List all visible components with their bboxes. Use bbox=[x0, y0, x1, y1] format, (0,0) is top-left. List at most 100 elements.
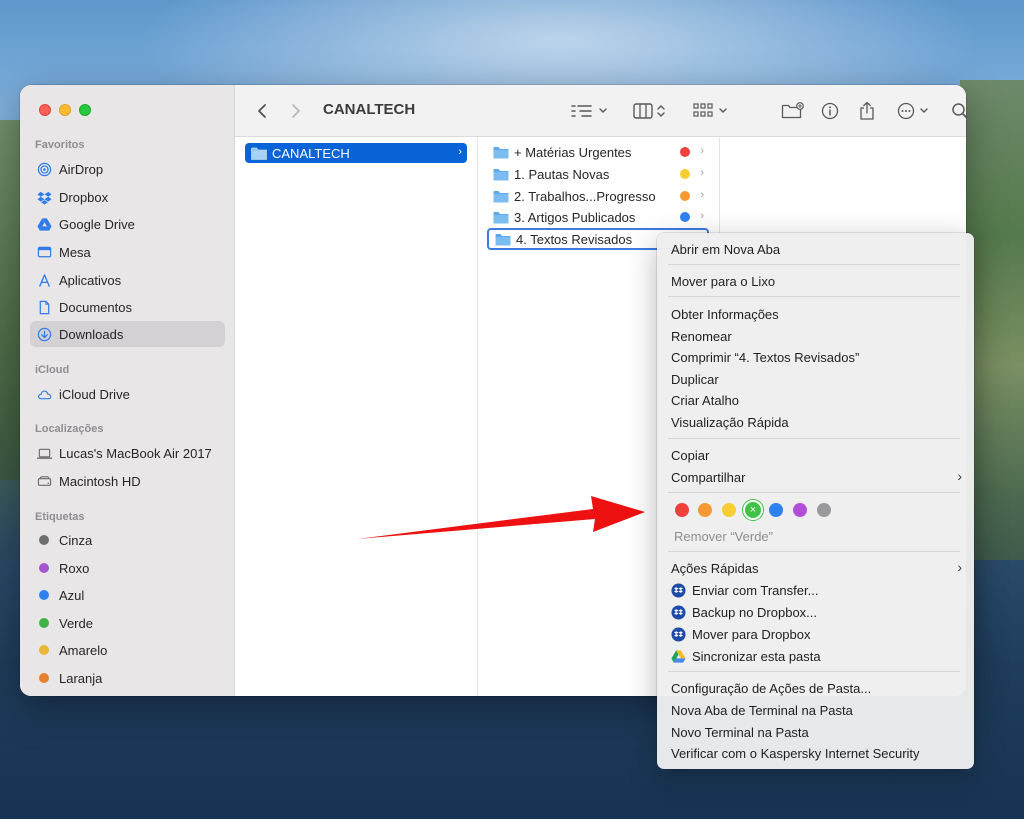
new-folder-icon[interactable] bbox=[781, 99, 805, 123]
sidebar-item-macbook[interactable]: Lucas's MacBook Air 2017 bbox=[30, 440, 225, 466]
desktop-icon bbox=[35, 243, 53, 261]
sidebar-tag-laranja[interactable]: Laranja bbox=[30, 665, 225, 691]
info-icon[interactable] bbox=[821, 99, 839, 123]
forward-icon[interactable] bbox=[289, 99, 303, 123]
gallery-view-icon[interactable] bbox=[693, 99, 731, 123]
sidebar-item-label: Macintosh HD bbox=[59, 473, 141, 489]
tag-dot-icon bbox=[35, 614, 53, 632]
sidebar-section-tags: Etiquetas bbox=[35, 511, 85, 523]
tag-dot-icon bbox=[35, 531, 53, 549]
search-icon[interactable] bbox=[951, 99, 966, 123]
back-icon[interactable] bbox=[255, 99, 269, 123]
tag-color-purple[interactable] bbox=[793, 503, 807, 517]
menu-item-quick-actions[interactable]: Ações Rápidas bbox=[671, 561, 758, 576]
folder-row-trabalhos[interactable]: 2. Trabalhos...Progresso › bbox=[487, 186, 709, 206]
menu-item-sync-folder[interactable]: Sincronizar esta pasta bbox=[671, 649, 821, 664]
menu-item-make-alias[interactable]: Criar Atalho bbox=[671, 393, 739, 408]
list-view-icon[interactable] bbox=[571, 99, 609, 123]
menu-item-kaspersky[interactable]: Verificar com o Kaspersky Internet Secur… bbox=[671, 746, 920, 761]
sidebar-item-label: Azul bbox=[59, 587, 85, 603]
folder-row-pautas-novas[interactable]: 1. Pautas Novas › bbox=[487, 164, 709, 184]
sidebar-item-label: Dropbox bbox=[59, 189, 109, 205]
zoom-button[interactable] bbox=[79, 104, 91, 116]
menu-item-duplicate[interactable]: Duplicar bbox=[671, 372, 719, 387]
chevron-right-icon: › bbox=[700, 210, 704, 222]
sidebar-item-mesa[interactable]: Mesa bbox=[30, 239, 225, 265]
close-button[interactable] bbox=[39, 104, 51, 116]
menu-item-open-new-tab[interactable]: Abrir em Nova Aba bbox=[671, 242, 780, 257]
menu-item-share[interactable]: Compartilhar bbox=[671, 470, 745, 485]
sidebar-tag-verde[interactable]: Verde bbox=[30, 610, 225, 636]
tag-color-gray[interactable] bbox=[817, 503, 831, 517]
folder-icon bbox=[251, 147, 267, 160]
sidebar-tag-amarelo[interactable]: Amarelo bbox=[30, 637, 225, 663]
menu-separator bbox=[668, 551, 960, 552]
sidebar-item-label: Google Drive bbox=[59, 216, 135, 232]
folder-row-artigos-publicados[interactable]: 3. Artigos Publicados › bbox=[487, 207, 709, 227]
tag-dot-icon bbox=[35, 669, 53, 687]
folder-icon bbox=[493, 168, 509, 180]
menu-item-folder-actions[interactable]: Configuração de Ações de Pasta... bbox=[671, 681, 871, 696]
menu-item-quick-look[interactable]: Visualização Rápida bbox=[671, 415, 789, 430]
folder-row-materias-urgentes[interactable]: + Matérias Urgentes › bbox=[487, 142, 709, 162]
toolbar: CANALTECH bbox=[235, 85, 966, 137]
menu-item-backup-dropbox[interactable]: Backup no Dropbox... bbox=[671, 605, 817, 620]
document-icon bbox=[35, 298, 53, 316]
sidebar-item-dropbox[interactable]: Dropbox bbox=[30, 184, 225, 210]
folder-icon bbox=[493, 190, 509, 202]
sidebar-item-label: Downloads bbox=[59, 326, 124, 342]
sidebar-tag-azul[interactable]: Azul bbox=[30, 582, 225, 608]
folder-icon bbox=[493, 211, 509, 223]
sidebar-item-label: Mesa bbox=[59, 244, 91, 260]
chevron-right-icon: › bbox=[957, 559, 962, 575]
folder-name: 4. Textos Revisados bbox=[516, 231, 633, 247]
menu-item-move-dropbox[interactable]: Mover para Dropbox bbox=[671, 627, 811, 642]
sidebar-item-macintosh-hd[interactable]: Macintosh HD bbox=[30, 468, 225, 494]
cloud-icon bbox=[35, 385, 53, 403]
sidebar-section-icloud: iCloud bbox=[35, 364, 70, 376]
chevron-right-icon: › bbox=[700, 145, 704, 157]
laptop-icon bbox=[35, 444, 53, 462]
dropbox-icon bbox=[671, 583, 686, 598]
folder-name: CANALTECH bbox=[272, 145, 350, 161]
tag-color-orange[interactable] bbox=[698, 503, 712, 517]
sidebar-tag-cinza[interactable]: Cinza bbox=[30, 527, 225, 553]
menu-item-send-transfer[interactable]: Enviar com Transfer... bbox=[671, 583, 818, 598]
folder-row-canaltech[interactable]: CANALTECH › bbox=[245, 143, 467, 163]
menu-item-new-terminal-tab[interactable]: Nova Aba de Terminal na Pasta bbox=[671, 703, 853, 718]
sidebar-item-airdrop[interactable]: AirDrop bbox=[30, 156, 225, 182]
more-icon[interactable] bbox=[897, 99, 933, 123]
sidebar-item-icloud-drive[interactable]: iCloud Drive bbox=[30, 381, 225, 407]
disk-icon bbox=[35, 472, 53, 490]
menu-item-move-to-trash[interactable]: Mover para o Lixo bbox=[671, 274, 775, 289]
dropbox-icon bbox=[671, 627, 686, 642]
menu-separator bbox=[668, 438, 960, 439]
menu-item-rename[interactable]: Renomear bbox=[671, 329, 732, 344]
sidebar-item-documentos[interactable]: Documentos bbox=[30, 294, 225, 320]
sidebar-item-aplicativos[interactable]: Aplicativos bbox=[30, 267, 225, 293]
menu-separator bbox=[668, 671, 960, 672]
menu-item-new-terminal[interactable]: Novo Terminal na Pasta bbox=[671, 725, 809, 740]
share-icon[interactable] bbox=[859, 99, 875, 123]
sidebar-item-google-drive[interactable]: Google Drive bbox=[30, 211, 225, 237]
sidebar: Favoritos AirDrop Dropbox Google Drive M… bbox=[20, 85, 235, 696]
tag-color-green-remove-icon[interactable]: × bbox=[743, 500, 763, 520]
sidebar-item-label: Amarelo bbox=[59, 642, 108, 658]
tag-color-red[interactable] bbox=[675, 503, 689, 517]
minimize-button[interactable] bbox=[59, 104, 71, 116]
google-drive-icon bbox=[35, 215, 53, 233]
chevron-right-icon: › bbox=[700, 167, 704, 179]
menu-item-compress[interactable]: Comprimir “4. Textos Revisados” bbox=[671, 350, 859, 365]
tag-color-blue[interactable] bbox=[769, 503, 783, 517]
sidebar-tag-roxo[interactable]: Roxo bbox=[30, 555, 225, 581]
column-view-icon[interactable] bbox=[633, 99, 671, 123]
menu-item-copy[interactable]: Copiar bbox=[671, 448, 709, 463]
window-title: CANALTECH bbox=[323, 101, 416, 118]
menu-item-label: Enviar com Transfer... bbox=[692, 583, 819, 598]
context-menu: Abrir em Nova Aba Mover para o Lixo Obte… bbox=[657, 233, 974, 769]
menu-item-get-info[interactable]: Obter Informações bbox=[671, 307, 779, 322]
tag-color-yellow[interactable] bbox=[722, 503, 736, 517]
sidebar-item-downloads[interactable]: Downloads bbox=[30, 321, 225, 347]
chevron-right-icon: › bbox=[458, 146, 462, 158]
menu-item-remove-tag[interactable]: Remover “Verde” bbox=[674, 529, 773, 544]
